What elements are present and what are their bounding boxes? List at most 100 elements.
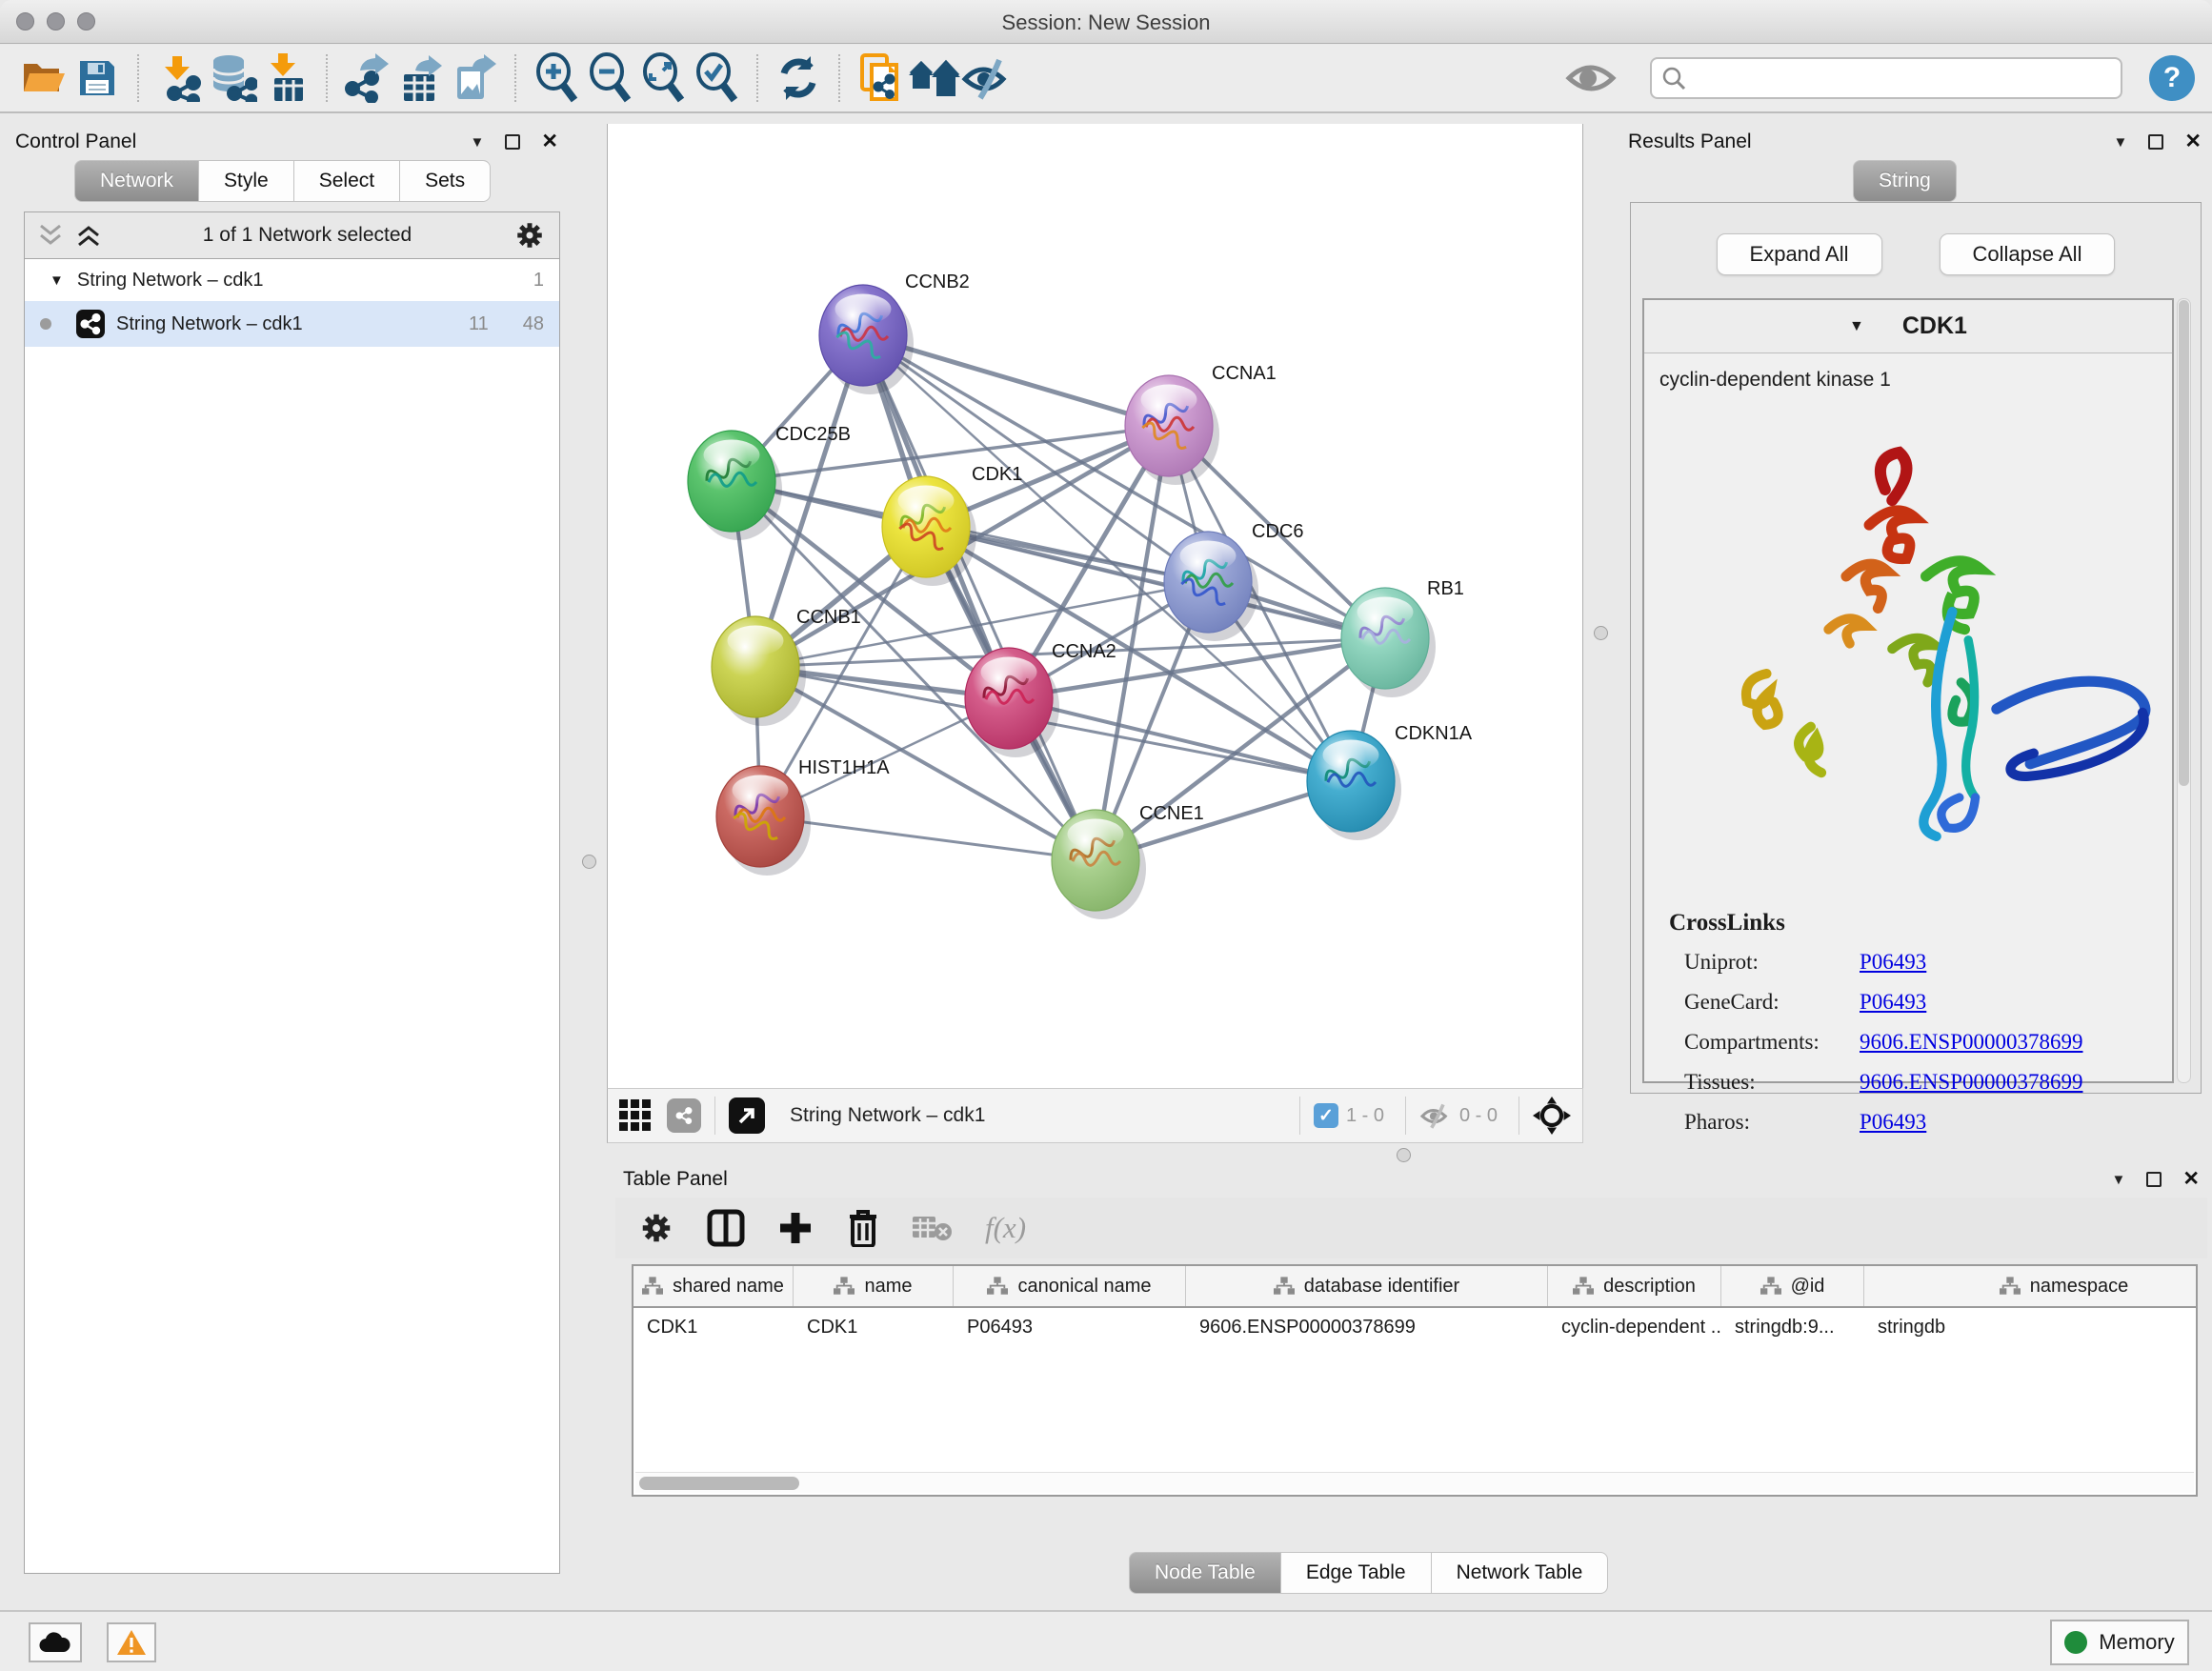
network-node-CCNB2[interactable]: CCNB2: [819, 272, 970, 394]
tab-edge-table[interactable]: Edge Table: [1281, 1552, 1432, 1594]
collapse-panel-icon[interactable]: ▼: [471, 134, 485, 151]
help-button[interactable]: ?: [2149, 55, 2195, 101]
collapse-all-icon[interactable]: [38, 224, 63, 247]
collapse-all-button[interactable]: Collapse All: [1940, 233, 2116, 275]
close-panel-icon[interactable]: ✕: [2184, 134, 2202, 150]
network-node-CDC6[interactable]: CDC6: [1164, 521, 1303, 641]
fit-selected-crosshair-icon[interactable]: [1533, 1097, 1571, 1135]
right-splitter-handle[interactable]: [1594, 626, 1608, 640]
export-image-button[interactable]: [448, 51, 501, 105]
add-column-plus-icon[interactable]: [777, 1210, 814, 1246]
tab-string[interactable]: String: [1853, 160, 1957, 202]
crosslink-link[interactable]: P06493: [1860, 950, 1926, 975]
crosslink-link[interactable]: P06493: [1860, 990, 1926, 1015]
network-edge[interactable]: [863, 335, 1096, 860]
tab-select[interactable]: Select: [294, 160, 400, 202]
network-collection-row[interactable]: ▼ String Network – cdk1 1: [25, 259, 559, 301]
tab-sets[interactable]: Sets: [400, 160, 491, 202]
network-node-HIST1H1A[interactable]: HIST1H1A: [716, 757, 890, 876]
expand-all-button[interactable]: Expand All: [1717, 233, 1882, 275]
control-panel-title: Control Panel: [15, 131, 136, 153]
column-tree-icon: [1274, 1277, 1295, 1296]
crosslink-link[interactable]: P06493: [1860, 1110, 1926, 1135]
close-panel-icon[interactable]: ✕: [2182, 1172, 2200, 1187]
table-row[interactable]: CDK1CDK1P064939606.ENSP00000378699cyclin…: [633, 1308, 2196, 1350]
zoom-selected-button[interactable]: [690, 51, 743, 105]
gene-header[interactable]: ▼ CDK1: [1644, 300, 2172, 353]
network-row[interactable]: String Network – cdk1 11 48: [25, 301, 559, 347]
float-panel-icon[interactable]: [2146, 1172, 2162, 1187]
column-header-canonical-name[interactable]: canonical name: [954, 1266, 1186, 1306]
network-view-icon[interactable]: [667, 1098, 701, 1133]
float-panel-icon[interactable]: [505, 134, 520, 150]
table-cell: stringdb:9...: [1721, 1308, 1864, 1350]
network-node-CDKN1A[interactable]: CDKN1A: [1307, 723, 1473, 840]
left-splitter-handle[interactable]: [582, 855, 596, 869]
save-session-button[interactable]: [70, 51, 124, 105]
import-network-file-button[interactable]: [152, 51, 206, 105]
cloud-icon: [39, 1631, 71, 1654]
cloud-status-button[interactable]: [29, 1622, 82, 1662]
memory-button[interactable]: Memory: [2050, 1620, 2189, 1665]
zoom-fit-button[interactable]: [636, 51, 690, 105]
protein-structure-image: [1660, 401, 2156, 849]
open-session-button[interactable]: [17, 51, 70, 105]
column-header-@id[interactable]: @id: [1721, 1266, 1864, 1306]
column-header-name[interactable]: name: [794, 1266, 954, 1306]
collection-expand-icon[interactable]: ▼: [50, 272, 64, 289]
warnings-button[interactable]: [107, 1622, 156, 1662]
zoom-out-button[interactable]: [583, 51, 636, 105]
column-header-namespace[interactable]: namespace: [1864, 1266, 2198, 1306]
float-panel-icon[interactable]: [2148, 134, 2163, 150]
tab-network-table[interactable]: Network Table: [1432, 1552, 1609, 1594]
detach-view-button[interactable]: [729, 1097, 765, 1134]
string-results-box: Expand All Collapse All ▼ CDK1 cyclin-de…: [1630, 202, 2202, 1094]
first-neighbors-button[interactable]: [907, 51, 960, 105]
tab-node-table[interactable]: Node Table: [1129, 1552, 1281, 1594]
memory-label: Memory: [2099, 1630, 2174, 1655]
network-node-CCNB1[interactable]: CCNB1: [712, 607, 861, 726]
delete-table-icon[interactable]: [913, 1213, 953, 1243]
tab-network[interactable]: Network: [74, 160, 199, 202]
apply-layout-button[interactable]: [772, 51, 825, 105]
table-settings-gear-icon[interactable]: [638, 1210, 674, 1246]
gear-icon[interactable]: [513, 219, 546, 252]
column-header-shared-name[interactable]: shared name: [633, 1266, 794, 1306]
hide-selected-button[interactable]: [960, 51, 1014, 105]
tab-style[interactable]: Style: [199, 160, 294, 202]
cytoscape-window: Session: New Session: [0, 0, 2212, 1671]
column-header-database-identifier[interactable]: database identifier: [1186, 1266, 1548, 1306]
selected-count: 1 - 0: [1346, 1105, 1384, 1127]
crosslink-link[interactable]: 9606.ENSP00000378699: [1860, 1070, 2083, 1095]
function-builder-fx-icon[interactable]: f(x): [985, 1211, 1026, 1245]
network-node-CCNA1[interactable]: CCNA1: [1125, 363, 1277, 485]
network-node-CCNE1[interactable]: CCNE1: [1052, 803, 1204, 919]
node-label: CDC6: [1252, 521, 1303, 542]
delete-trash-icon[interactable]: [846, 1209, 880, 1247]
collapse-panel-icon[interactable]: ▼: [2114, 134, 2128, 151]
export-table-button[interactable]: [394, 51, 448, 105]
collapse-panel-icon[interactable]: ▼: [2112, 1172, 2126, 1188]
import-network-database-button[interactable]: [206, 51, 259, 105]
network-node-RB1[interactable]: RB1: [1341, 578, 1464, 697]
column-header-description[interactable]: description: [1548, 1266, 1721, 1306]
crosslink-label: Uniprot:: [1669, 950, 1860, 975]
gene-collapse-icon[interactable]: ▼: [1849, 318, 1864, 335]
selected-indicator-checkbox[interactable]: ✓: [1314, 1103, 1338, 1128]
grid-view-icon[interactable]: [619, 1099, 652, 1132]
table-hscrollbar[interactable]: [635, 1472, 2194, 1493]
show-all-button[interactable]: [1564, 51, 1618, 105]
search-input[interactable]: [1694, 68, 2111, 90]
show-columns-icon[interactable]: [707, 1209, 745, 1247]
import-table-file-button[interactable]: [259, 51, 312, 105]
close-panel-icon[interactable]: ✕: [541, 134, 558, 150]
network-node-CCNA2[interactable]: CCNA2: [965, 641, 1116, 757]
results-scrollbar[interactable]: [2177, 298, 2191, 1083]
zoom-in-button[interactable]: [530, 51, 583, 105]
table-body: CDK1CDK1P064939606.ENSP00000378699cyclin…: [633, 1308, 2196, 1350]
network-canvas[interactable]: CCNB2CCNA1CDC25BCDK1CDC6RB1CCNB1CCNA2CDK…: [607, 124, 1583, 1088]
export-network-button[interactable]: [341, 51, 394, 105]
crosslink-link[interactable]: 9606.ENSP00000378699: [1860, 1030, 2083, 1055]
copy-network-button[interactable]: [854, 51, 907, 105]
expand-all-icon[interactable]: [76, 224, 101, 247]
